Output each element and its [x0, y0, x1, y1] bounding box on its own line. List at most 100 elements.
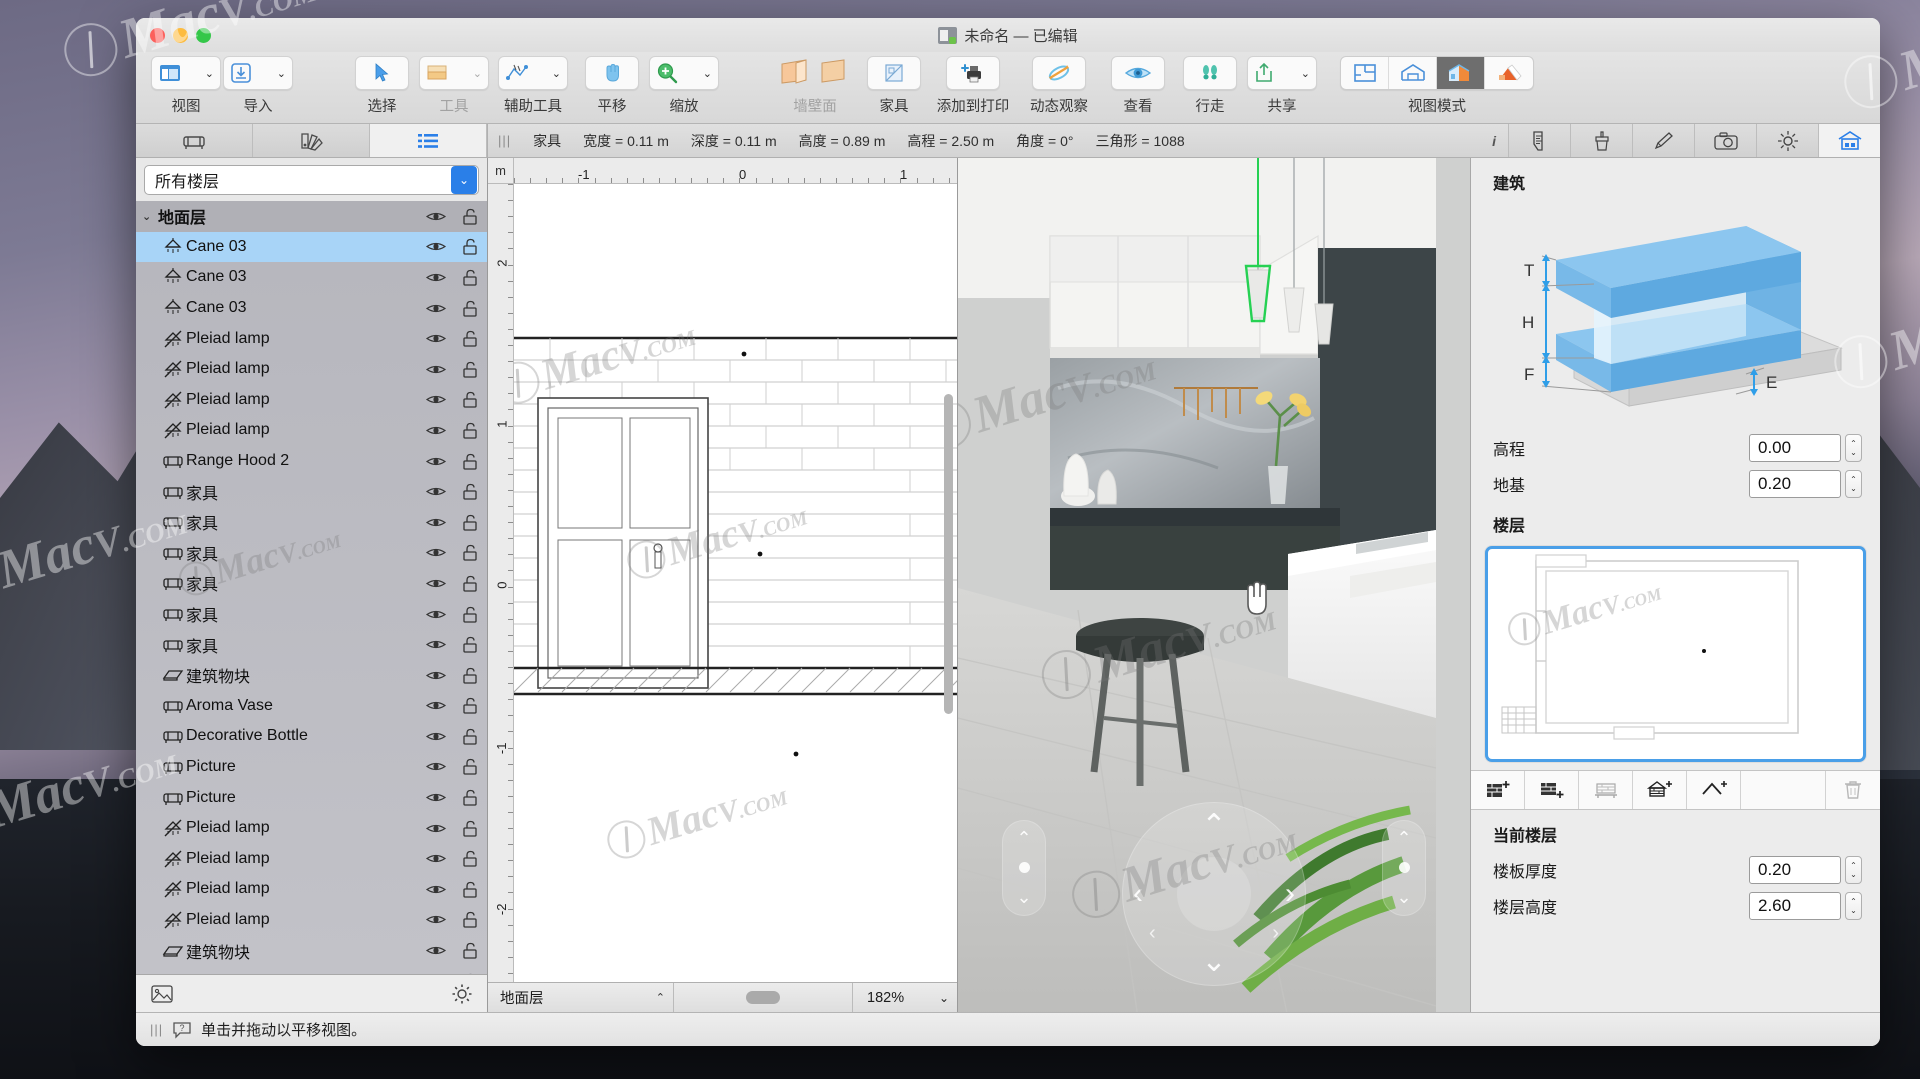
question-bubble-icon[interactable]: ? [172, 1021, 192, 1039]
list-item[interactable]: Pleiad lamp [136, 385, 487, 416]
visibility-toggle[interactable] [419, 730, 453, 743]
floor-thickness-input[interactable]: 0.20 [1749, 856, 1841, 884]
toolbar-item-share[interactable]: ⌄ 共享 [1246, 54, 1318, 116]
lock-toggle[interactable] [453, 575, 487, 592]
lock-toggle[interactable] [453, 636, 487, 653]
chevron-down-icon[interactable]: ⌄ [451, 166, 477, 194]
chevron-down-icon[interactable]: ⌄ [142, 210, 158, 223]
lock-toggle[interactable] [453, 697, 487, 714]
visibility-toggle[interactable] [419, 669, 453, 682]
wall-face-button[interactable] [766, 56, 864, 90]
add-to-print-button[interactable] [946, 56, 1000, 90]
lock-toggle[interactable] [453, 942, 487, 959]
visibility-toggle[interactable] [419, 638, 453, 651]
visibility-toggle[interactable] [419, 516, 453, 529]
stepper-dot[interactable] [1019, 862, 1030, 873]
list-item[interactable]: Picture [136, 782, 487, 813]
stepper-dot[interactable] [1399, 862, 1410, 873]
toolbar-item-select[interactable]: 选择 [346, 54, 418, 116]
sun-button[interactable] [1756, 124, 1818, 157]
visibility-toggle[interactable] [419, 883, 453, 896]
toolbar-item-wall-face[interactable]: 墙壁面 [772, 54, 858, 116]
list-item[interactable]: Pleiad lamp [136, 415, 487, 446]
chevron-down-icon[interactable]: ⌄ [1016, 887, 1031, 908]
visibility-toggle[interactable] [419, 608, 453, 621]
share-button[interactable]: ⌄ [1247, 56, 1317, 90]
visibility-toggle[interactable] [419, 546, 453, 559]
tools-button[interactable]: ⌄ [419, 56, 489, 90]
lock-toggle[interactable] [453, 483, 487, 500]
photo-button[interactable] [1694, 124, 1756, 157]
look-button[interactable] [1111, 56, 1165, 90]
layer-group-row[interactable]: ⌄地面层 [136, 201, 487, 232]
list-item[interactable]: Aroma Vase [136, 691, 487, 722]
view-mode-elevation[interactable] [1389, 57, 1437, 89]
lock-toggle[interactable] [453, 728, 487, 745]
visibility-toggle[interactable] [419, 577, 453, 590]
edit-button[interactable] [1632, 124, 1694, 157]
tab-materials[interactable] [253, 124, 370, 157]
list-item[interactable]: Cane 03 [136, 232, 487, 263]
image-placeholder-icon[interactable] [150, 984, 174, 1004]
furniture-button[interactable] [867, 56, 921, 90]
toolbar-item-zoom[interactable]: ⌄ 缩放 [648, 54, 720, 116]
view-3d[interactable]: ⌃ ⌄ ⌃ ⌄ ⌃ ⌄ ‹ › ‹ › MacV.COM [958, 158, 1470, 1012]
list-item[interactable]: 家具 [136, 599, 487, 630]
visibility-toggle[interactable] [419, 210, 453, 223]
tab-list[interactable] [370, 124, 487, 157]
grip-icon[interactable]: ||| [150, 1022, 163, 1037]
field-floor-thickness[interactable]: 楼板厚度 0.20 ⌃⌄ [1471, 852, 1880, 888]
main-toolbar[interactable]: ⌄ 视图 ⌄ 导入 [136, 52, 1880, 124]
list-item[interactable]: Pleiad lamp [136, 323, 487, 354]
field-foundation[interactable]: 地基 0.20 ⌃⌄ [1471, 466, 1880, 502]
view-mode-segmented[interactable] [1340, 56, 1534, 90]
plan-zoom-slider[interactable] [674, 983, 853, 1012]
toolbar-item-tools[interactable]: ⌄ 工具 [418, 54, 490, 116]
lock-toggle[interactable] [453, 850, 487, 867]
visibility-toggle[interactable] [419, 852, 453, 865]
list-item[interactable]: 家具 [136, 538, 487, 569]
lock-toggle[interactable] [453, 973, 487, 974]
toolbar-item-walk[interactable]: 行走 [1174, 54, 1246, 116]
building-button[interactable] [1818, 124, 1880, 157]
lock-toggle[interactable] [453, 300, 487, 317]
nav-rotate-left-icon[interactable]: ‹ [1149, 922, 1156, 945]
list-item[interactable]: 家具 [136, 629, 487, 660]
toolbar-item-furniture[interactable]: 家具 [858, 54, 930, 116]
tab-furniture[interactable] [136, 124, 253, 157]
lock-toggle[interactable] [453, 422, 487, 439]
lock-toggle[interactable] [453, 911, 487, 928]
delete-level-button[interactable] [1826, 771, 1880, 809]
navigation-pad[interactable]: ⌃ ⌄ ‹ › ‹ › [1122, 802, 1306, 986]
elevation-stepper-left[interactable]: ⌃ ⌄ [1002, 820, 1046, 916]
lock-toggle[interactable] [453, 361, 487, 378]
visibility-toggle[interactable] [419, 393, 453, 406]
view-mode-solid[interactable] [1437, 57, 1485, 89]
foundation-input[interactable]: 0.20 [1749, 470, 1841, 498]
list-item[interactable]: 家具 [136, 507, 487, 538]
visibility-toggle[interactable] [419, 455, 453, 468]
lock-toggle[interactable] [453, 330, 487, 347]
toolbar-item-import[interactable]: ⌄ 导入 [222, 54, 294, 116]
zoom-button[interactable]: ⌄ [649, 56, 719, 90]
nav-up-icon[interactable]: ⌃ [1201, 811, 1226, 841]
lock-toggle[interactable] [453, 391, 487, 408]
lock-toggle[interactable] [453, 514, 487, 531]
list-item[interactable]: Range Hood 2 [136, 446, 487, 477]
floor-toolbar[interactable] [1471, 770, 1880, 810]
lock-toggle[interactable] [453, 269, 487, 286]
lock-toggle[interactable] [453, 820, 487, 837]
add-roof-button[interactable] [1687, 771, 1741, 809]
visibility-toggle[interactable] [419, 332, 453, 345]
list-item[interactable]: Cane 03 [136, 262, 487, 293]
list-item[interactable]: Pleiad lamp [136, 813, 487, 844]
floor-filter-select[interactable]: 所有楼层 ⌄ [144, 165, 479, 195]
view-mode-render[interactable] [1485, 57, 1533, 89]
visibility-toggle[interactable] [419, 791, 453, 804]
chevron-up-icon[interactable]: ⌃ [1016, 828, 1031, 849]
nav-center[interactable] [1177, 857, 1251, 931]
lock-toggle[interactable] [453, 238, 487, 255]
pan-button[interactable] [585, 56, 639, 90]
plan-canvas[interactable]: MacV.COM MacV.COM MacV.COM [514, 184, 957, 982]
visibility-toggle[interactable] [419, 699, 453, 712]
